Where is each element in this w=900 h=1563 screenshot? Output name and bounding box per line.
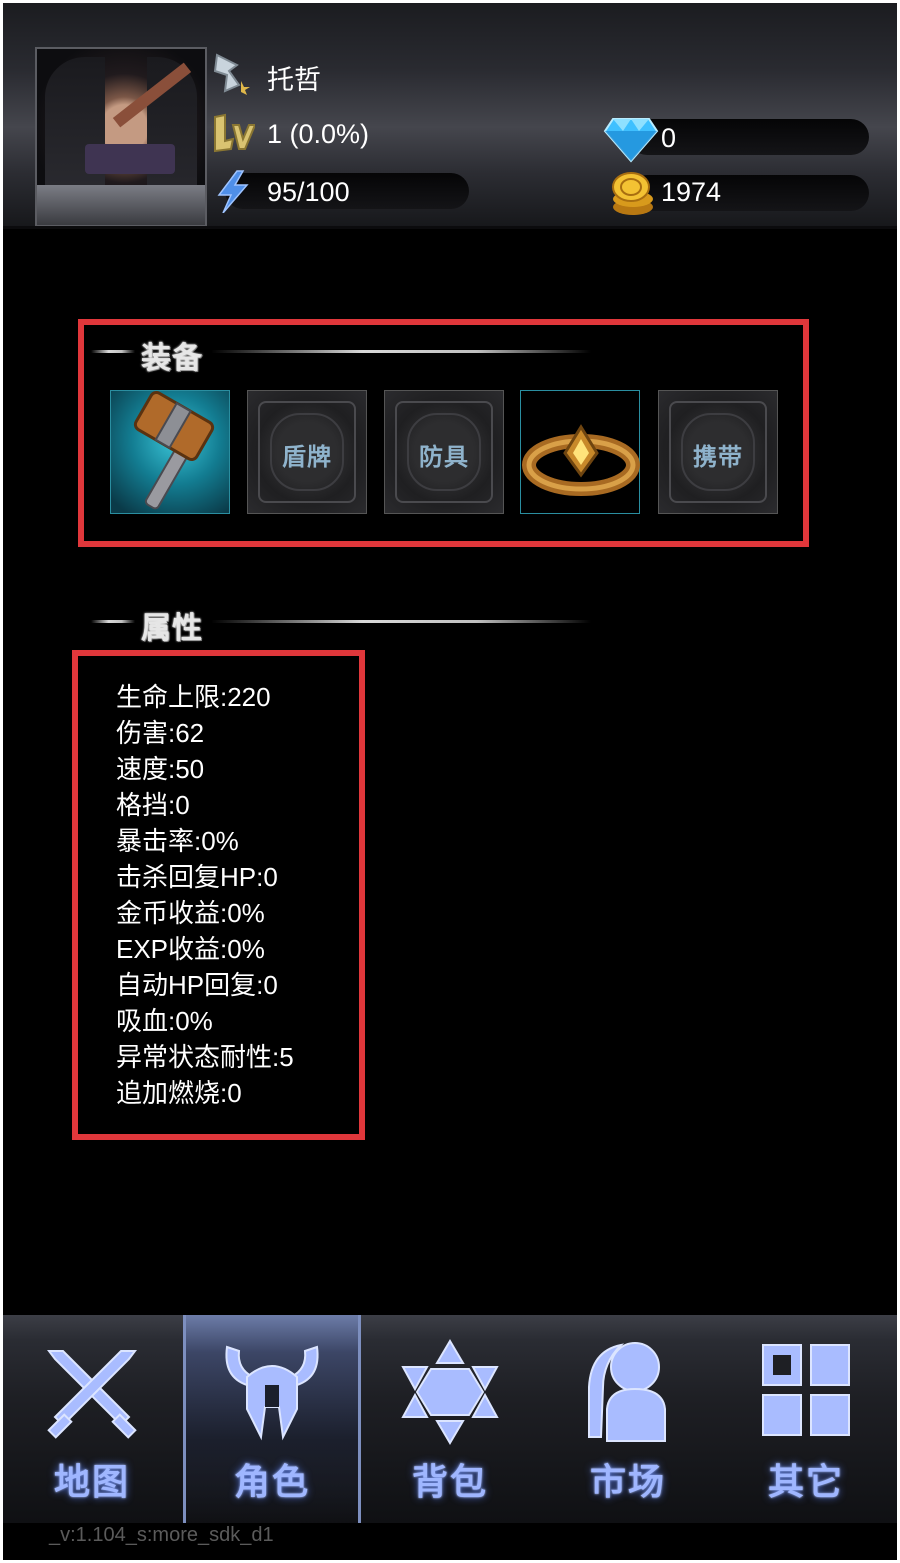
attr-max-hp: 生命上限:220 <box>116 682 271 712</box>
attributes-section-title: 属性 <box>91 601 591 646</box>
energy-value: 95/100 <box>267 177 350 207</box>
level-icon <box>214 113 255 153</box>
shield-slot[interactable]: 盾牌 <box>247 390 367 514</box>
weapon-slot[interactable] <box>110 390 230 514</box>
attr-auto-hp-recover: 自动HP回复:0 <box>116 970 278 1000</box>
class-emblem-icon <box>213 53 250 95</box>
diamond-icon[interactable] <box>603 115 659 163</box>
player-level: 1 (0.0%) <box>267 119 370 149</box>
player-name: 托哲 <box>267 65 321 95</box>
lightning-icon <box>217 170 249 213</box>
attr-lifesteal: 吸血:0% <box>116 1006 213 1036</box>
horned-helmet-icon <box>225 1345 319 1441</box>
nav-tab-map[interactable]: 地图 <box>3 1315 181 1523</box>
attr-kill-hp-recover: 击杀回复HP:0 <box>116 862 278 892</box>
gold-coins-icon[interactable] <box>607 169 659 217</box>
nav-tab-character[interactable]: 角色 <box>183 1315 361 1523</box>
grid-icon <box>762 1344 850 1436</box>
attr-speed: 速度:50 <box>116 754 205 784</box>
bottom-nav: 地图 角色 背包 市场 其它 <box>3 1315 897 1523</box>
game-screen: 托哲 1 (0.0%) 95/100 0 1974 装备 盾牌 防具 携带 属性… <box>3 3 897 1560</box>
equipment-section-title: 装备 <box>91 331 591 376</box>
accessory-slot[interactable] <box>520 390 640 514</box>
attributes-list: 生命上限:220 伤害:62 速度:50 格挡:0 暴击率:0% 击杀回复HP:… <box>116 679 294 1111</box>
player-portrait[interactable] <box>35 47 207 227</box>
diamond-count: 0 <box>661 123 677 153</box>
gold-count: 1974 <box>661 177 722 207</box>
attr-exp-gain: EXP收益:0% <box>116 934 265 964</box>
attr-damage: 伤害:62 <box>116 718 205 748</box>
version-label: _v:1.104_s:more_sdk_d1 <box>49 1524 274 1546</box>
carry-slot[interactable]: 携带 <box>658 390 778 514</box>
armor-slot[interactable]: 防具 <box>384 390 504 514</box>
nav-tab-market[interactable]: 市场 <box>539 1315 717 1523</box>
attr-status-resist: 异常状态耐性:5 <box>116 1042 294 1072</box>
hammer-icon <box>133 391 215 510</box>
attr-extra-burn: 追加燃烧:0 <box>116 1078 242 1108</box>
nav-tab-other[interactable]: 其它 <box>717 1315 895 1523</box>
player-header: 托哲 1 (0.0%) 95/100 0 1974 <box>3 3 897 229</box>
crossed-swords-icon <box>47 1350 137 1439</box>
person-icon <box>588 1342 666 1442</box>
star-of-david-icon <box>401 1339 499 1445</box>
ring-icon <box>522 424 640 496</box>
nav-tab-bag[interactable]: 背包 <box>361 1315 539 1523</box>
attr-block: 格挡:0 <box>116 790 190 820</box>
attr-crit-rate: 暴击率:0% <box>116 826 239 856</box>
attr-gold-gain: 金币收益:0% <box>116 898 265 928</box>
